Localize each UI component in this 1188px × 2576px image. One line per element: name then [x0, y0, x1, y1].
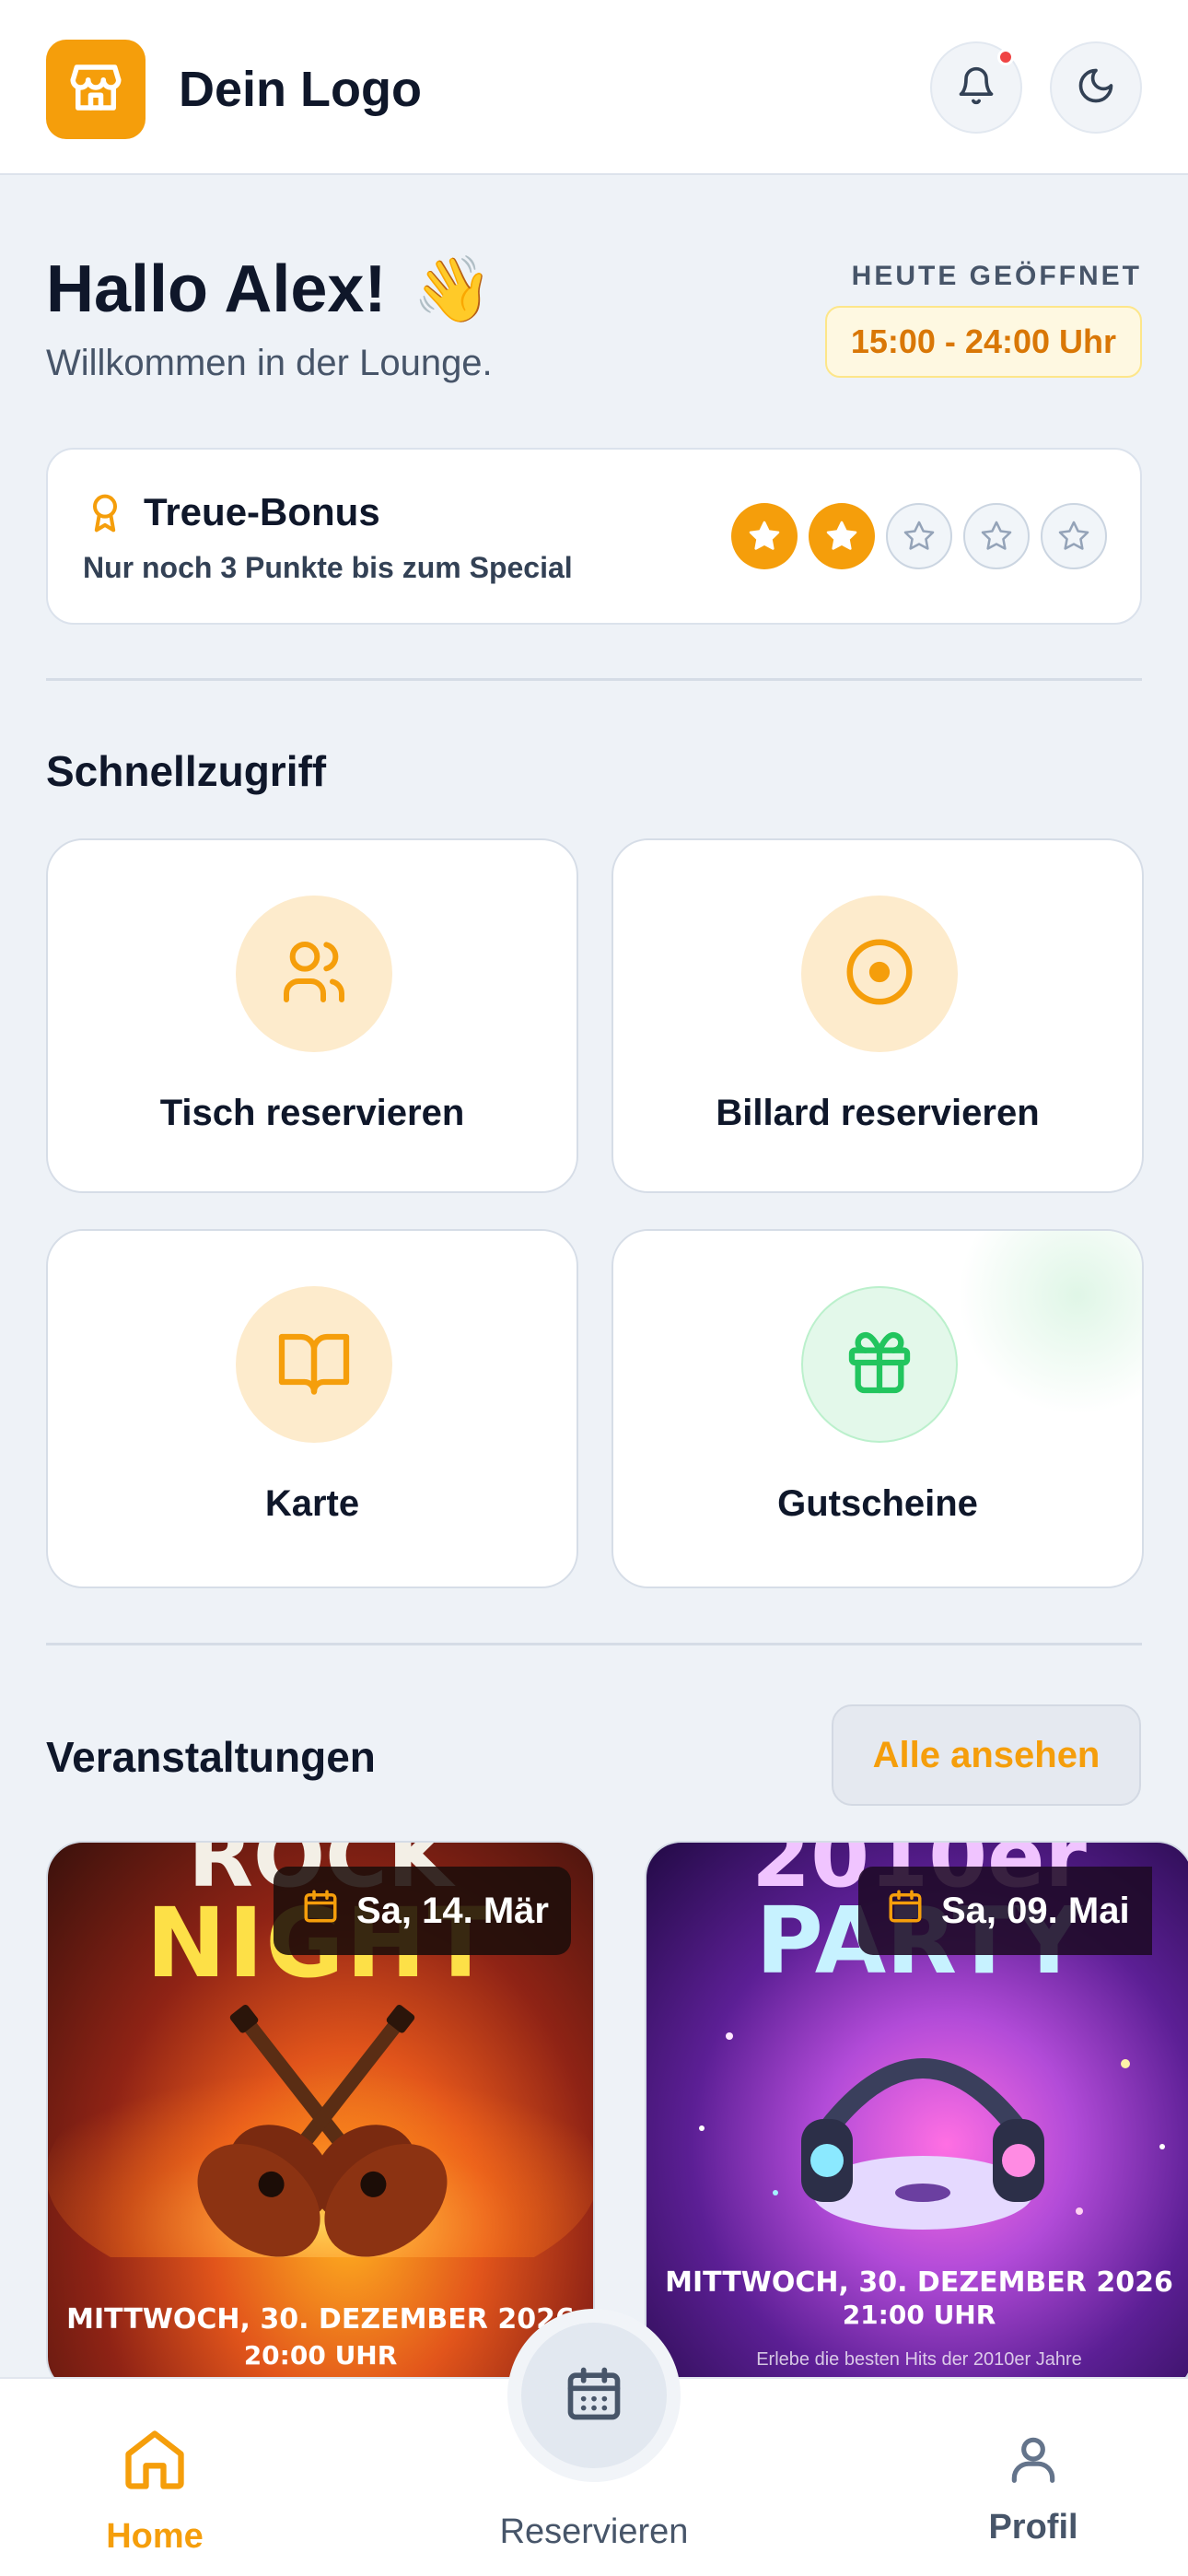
event-date-badge: Sa, 09. Mai [858, 1867, 1152, 1955]
users-icon [277, 935, 351, 1013]
app-header: Dein Logo [0, 0, 1188, 175]
wave-emoji: 👋 [413, 253, 494, 325]
headphones-illustration [699, 2032, 1165, 2230]
award-icon [85, 490, 125, 541]
user-icon [1005, 2430, 1062, 2492]
poster-date: MITTWOCH, 30. DEZEMBER 2026 [66, 2303, 575, 2336]
poster-time: 20:00 UHR [243, 2340, 398, 2371]
star-icon [981, 521, 1012, 550]
events-title: Veranstaltungen [46, 1733, 376, 1781]
loyalty-star-filled [731, 503, 798, 569]
gift-icon [843, 1326, 916, 1404]
star-icon [749, 521, 780, 550]
book-open-icon [275, 1324, 353, 1406]
app-screen: Dein Logo Hallo Alex! 👋 Willkommen in de… [0, 0, 1188, 2576]
tile-label: Gutscheine [777, 1483, 978, 1524]
greeting-title: Hallo Alex! [46, 252, 387, 326]
quick-access-title: Schnellzugriff [46, 747, 327, 795]
tile-label: Tisch reservieren [159, 1093, 465, 1133]
see-all-events-button[interactable]: Alle ansehen [832, 1704, 1141, 1806]
nav-item-home[interactable]: Home [53, 2379, 256, 2576]
tile-menu[interactable]: Karte [46, 1229, 578, 1588]
tile-icon-circle [236, 896, 392, 1052]
star-icon [1058, 521, 1089, 550]
event-date-badge: Sa, 14. Mär [273, 1867, 571, 1955]
store-icon [65, 57, 126, 123]
calendar-icon [563, 2362, 625, 2430]
opening-hours-badge: 15:00 - 24:00 Uhr [824, 306, 1142, 378]
event-date: Sa, 14. Mär [355, 1890, 549, 1931]
opening-label: HEUTE GEÖFFNET [851, 261, 1142, 291]
event-card[interactable]: ROCK NIGHT [46, 1841, 595, 2394]
calendar-icon [886, 1887, 925, 1935]
poster-date: MITTWOCH, 30. DEZEMBER 2026 [665, 2266, 1173, 2299]
tile-table-reservation[interactable]: Tisch reservieren [46, 838, 578, 1193]
theme-toggle-button[interactable] [1050, 41, 1142, 134]
event-date: Sa, 09. Mai [941, 1890, 1130, 1931]
star-icon [826, 521, 857, 550]
nav-label: Home [106, 2517, 204, 2556]
tile-icon-circle [801, 1286, 958, 1443]
moon-icon [1076, 65, 1116, 111]
section-divider [46, 678, 1142, 681]
star-icon [903, 521, 935, 550]
loyalty-points [731, 503, 1107, 569]
poster-time: 21:00 UHR [842, 2300, 996, 2330]
target-icon [840, 932, 919, 1016]
logo-text: Dein Logo [179, 62, 422, 117]
tile-billiard-reservation[interactable]: Billard reservieren [611, 838, 1144, 1193]
reserve-fab-button[interactable] [521, 2323, 667, 2468]
tile-label: Karte [264, 1483, 360, 1524]
logo-badge[interactable] [46, 40, 146, 139]
nav-label: Profil [988, 2508, 1078, 2547]
poster-tagline: Erlebe die besten Hits der 2010er Jahre [756, 2349, 1082, 2370]
home-icon [120, 2425, 190, 2500]
event-card[interactable]: 2010er PARTY MITTWOCH, 30. DEZEMBER 2026… [645, 1841, 1188, 2394]
loyalty-star-empty [963, 503, 1030, 569]
section-divider [46, 1643, 1142, 1645]
tile-glow [958, 1231, 1142, 1415]
bell-icon [956, 65, 996, 111]
loyalty-subtitle: Nur noch 3 Punkte bis zum Special [83, 551, 573, 584]
tile-label: Billard reservieren [716, 1093, 1040, 1133]
calendar-icon [301, 1887, 340, 1935]
loyalty-star-empty [1041, 503, 1107, 569]
opening-hours: 15:00 - 24:00 Uhr [850, 322, 1116, 360]
crossed-guitars-illustration [48, 2005, 593, 2257]
loyalty-title: Treue-Bonus [144, 490, 380, 533]
loyalty-card[interactable]: Treue-Bonus Nur noch 3 Punkte bis zum Sp… [46, 448, 1142, 625]
loyalty-star-empty [886, 503, 952, 569]
reserve-fab-ring [507, 2309, 681, 2482]
notification-dot [997, 49, 1014, 65]
welcome-text: Willkommen in der Lounge. [46, 343, 493, 383]
tile-icon-circle [236, 1286, 392, 1443]
nav-item-profile[interactable]: Profil [932, 2379, 1135, 2576]
tile-icon-circle [801, 896, 958, 1052]
nav-label: Reservieren [499, 2512, 689, 2551]
loyalty-star-filled [809, 503, 875, 569]
tile-vouchers[interactable]: Gutscheine [611, 1229, 1144, 1588]
